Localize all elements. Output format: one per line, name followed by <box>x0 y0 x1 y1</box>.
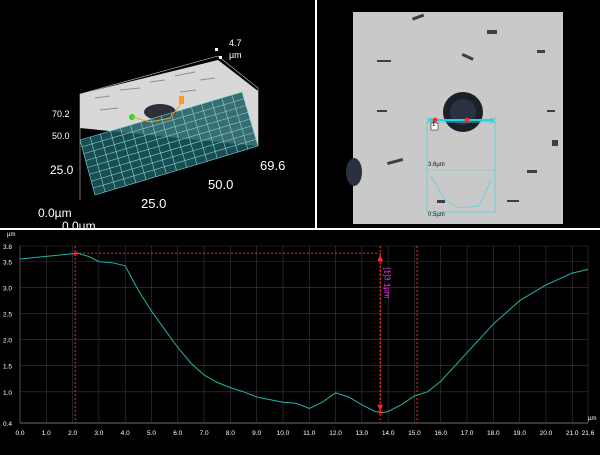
x-tick-label: 50.0 <box>208 177 234 192</box>
x-tick-label: 0.0 <box>15 430 24 437</box>
x-tick-label: 16.0 <box>434 430 447 437</box>
x-tick-label: 4.0 <box>121 430 130 437</box>
arrow-up-icon <box>377 255 384 262</box>
y-tick-label: 50.0 <box>52 131 70 141</box>
3d-view-pane[interactable]: 4.7 µm 70.2 50.0 25.0 0.0µm 0.0µm 25.0 5… <box>0 0 315 233</box>
cursor-lines[interactable] <box>74 246 418 423</box>
z-max-label: 4.7 <box>229 38 242 48</box>
line-end-handle[interactable]: ✕ <box>489 116 497 127</box>
y-tick-label: 25.0 <box>50 163 74 177</box>
partial-dimple <box>346 158 362 186</box>
x-tick-label: 1.0 <box>42 430 51 437</box>
x-tick-label: 14.0 <box>382 430 395 437</box>
z-axis-tick <box>215 48 218 51</box>
x-tick-label: 69.6 <box>260 158 286 173</box>
measure-point-bottom: ✕ <box>377 409 384 418</box>
x-tick-label: 11.0 <box>303 430 316 437</box>
measure-point-top: ✕ <box>72 249 79 258</box>
measurement-label: [1]3.1µm <box>382 267 391 299</box>
x-tick-label: 15.0 <box>408 430 421 437</box>
optical-image[interactable]: ✕ ✕ <box>317 0 600 228</box>
inset-top-label: 3.6µm <box>428 162 445 168</box>
camera-pane[interactable]: ✕ ✕ 1 3.6µm 0.5µm <box>317 0 600 228</box>
x-tick-label: 19.0 <box>513 430 526 437</box>
x-tick-label: 5.0 <box>147 430 156 437</box>
profile-chart[interactable]: 3.8 3.5 3.0 2.5 2.0 1.5 1.0 0.4 0.0 1.0 2.0 3.0 4.0… <box>0 230 600 450</box>
x-tick-label: 17.0 <box>461 430 474 437</box>
cursor-marker-orange[interactable] <box>179 96 184 104</box>
x-tick-label: 21.6 <box>582 430 595 437</box>
inset-bottom-label: 0.5µm <box>428 212 445 218</box>
x-tick-label: 3.0 <box>94 430 103 437</box>
x-tick-label: 8.0 <box>226 430 235 437</box>
y-tick-label: 3.8 <box>3 244 12 251</box>
x-tick-label: 12.0 <box>329 430 342 437</box>
x-tick-label: 7.0 <box>200 430 209 437</box>
profile-pane[interactable]: 3.8 3.5 3.0 2.5 2.0 1.5 1.0 0.4 0.0 1.0 2.0 3.0 4.0… <box>0 230 600 450</box>
measurement-annotation[interactable]: ✕ ✕ [1]3.1µm <box>72 249 391 417</box>
x-tick-label: 18.0 <box>487 430 500 437</box>
y-tick-label: 3.0 <box>3 286 12 293</box>
x-tick-label: 9.0 <box>252 430 261 437</box>
3d-surface-view[interactable] <box>0 0 315 228</box>
marker-badge-label: 1 <box>432 122 436 128</box>
cursor-point-right[interactable] <box>464 117 470 123</box>
x-tick-label: 6.0 <box>173 430 182 437</box>
y-tick-label: 0.4 <box>3 421 12 428</box>
x-tick-label: 13.0 <box>356 430 369 437</box>
y-unit-label: µm <box>7 232 16 238</box>
x-tick-label: 20.0 <box>540 430 553 437</box>
x-axis-ticks: 0.0 1.0 2.0 3.0 4.0 5.0 6.0 7.0 8.0 9.0 10.0 11.0 12… <box>15 430 594 437</box>
z-unit-label: µm <box>229 50 242 60</box>
y-tick-label: 3.5 <box>3 260 12 267</box>
x-unit-label: µm <box>588 416 597 422</box>
grid-vertical <box>19 246 589 423</box>
origin-label: 0.0µm <box>38 206 72 220</box>
dimple-inner <box>450 99 476 125</box>
grid-horizontal <box>19 245 588 424</box>
y-tick-label: 1.5 <box>3 364 12 371</box>
z-axis-tick-2 <box>219 56 222 59</box>
y-tick-label: 2.5 <box>3 312 12 319</box>
y-tick-label: 2.0 <box>3 338 12 345</box>
y-max-label: 70.2 <box>52 109 70 119</box>
y-axis-ticks: 3.8 3.5 3.0 2.5 2.0 1.5 1.0 0.4 <box>3 244 12 428</box>
y-tick-label: 1.0 <box>3 390 12 397</box>
x-tick-label: 21.0 <box>566 430 579 437</box>
x-tick-label: 2.0 <box>68 430 77 437</box>
x-tick-label: 25.0 <box>141 196 167 211</box>
x-tick-label: 10.0 <box>277 430 290 437</box>
profile-line <box>19 252 589 414</box>
